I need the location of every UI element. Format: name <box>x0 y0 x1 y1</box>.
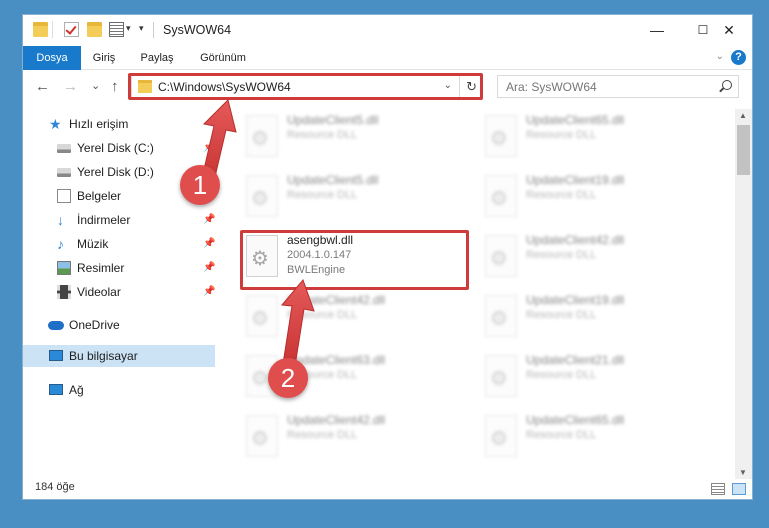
arrow-2-icon <box>281 279 315 367</box>
step-badge-2: 2 <box>268 358 308 398</box>
annotation-arrows <box>201 99 315 367</box>
step-badge-1: 1 <box>180 165 220 205</box>
